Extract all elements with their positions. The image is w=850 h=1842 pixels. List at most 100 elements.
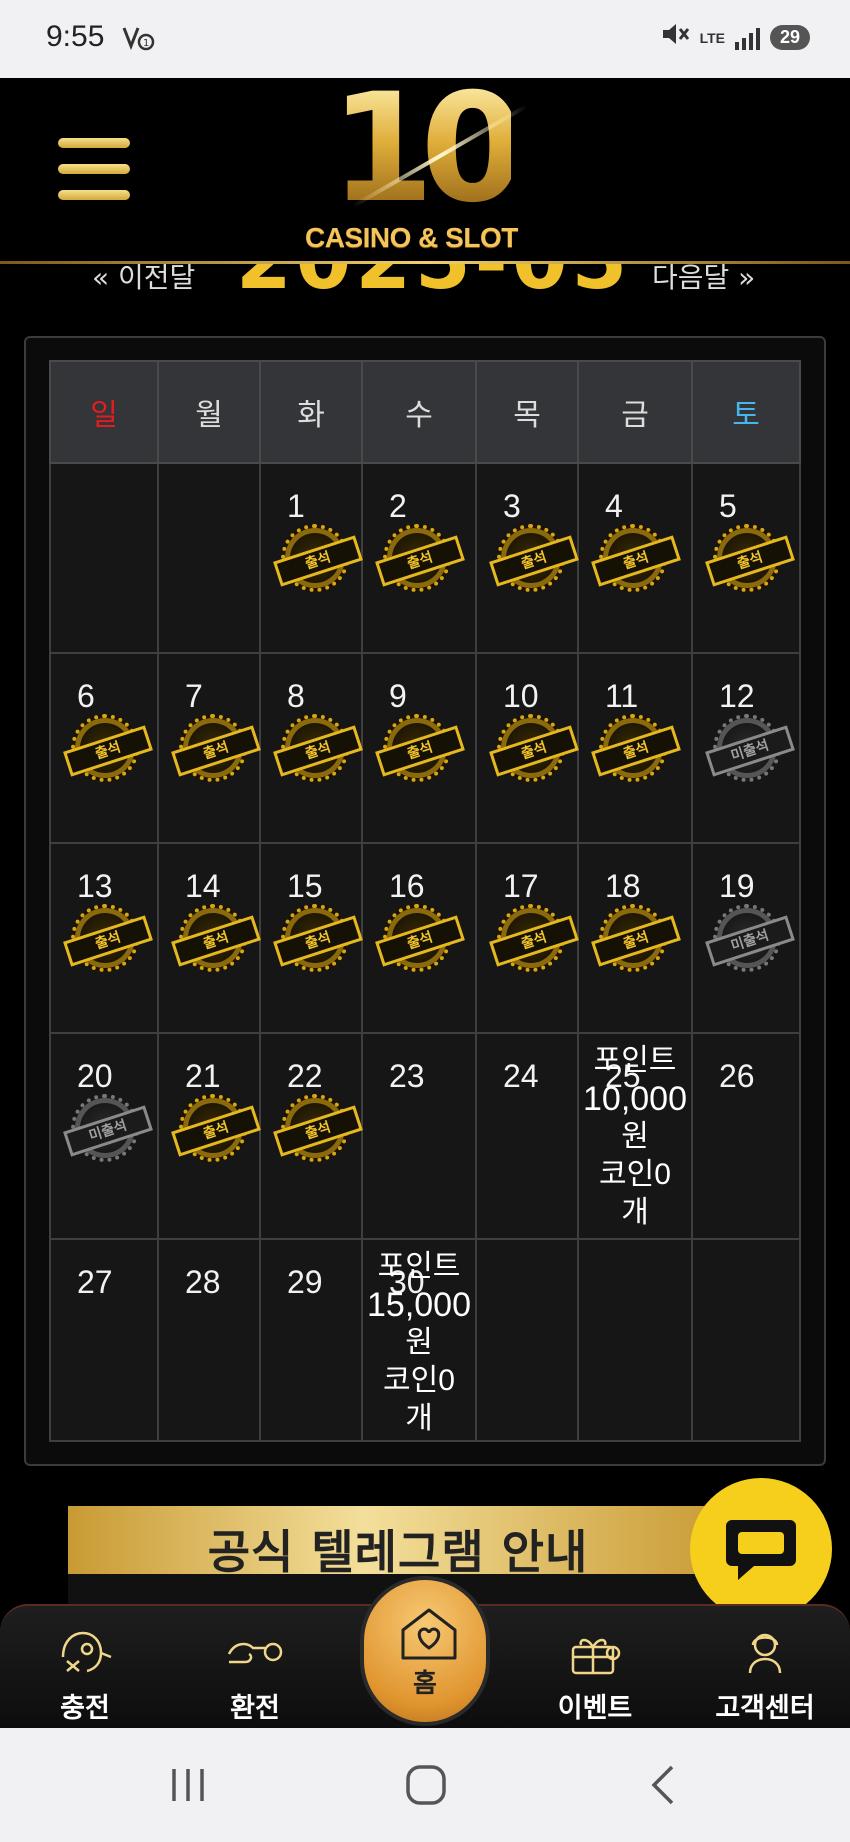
stamp-label: 출석 [489,535,579,587]
home-heart-icon [397,1606,461,1666]
menu-icon[interactable] [58,138,130,200]
attended-stamp-icon: 출석 [273,1094,363,1162]
chat-bubble-icon [726,1520,796,1580]
nav-support[interactable]: 고객센터 [705,1624,825,1725]
recent-apps-icon[interactable] [168,1762,208,1808]
day-number: 5 [719,488,737,524]
calendar-day[interactable]: 4 출석 [577,462,693,654]
weekday-header: 월 [157,360,261,464]
stamp-label: 출석 [171,915,261,967]
day-number: 3 [503,488,521,524]
attended-stamp-icon: 출석 [591,714,681,782]
nav-support-label: 고객센터 [715,1693,815,1724]
attended-stamp-icon: 출석 [273,904,363,972]
calendar-day[interactable]: 16 출석 [361,842,477,1034]
calendar-day[interactable]: 1 출석 [259,462,363,654]
day-number: 6 [77,678,95,714]
calendar-week: 20 미출석 21 출석 22 출석 23 24 25 포인트 10,000 원 코인0 개 26 [49,1032,801,1240]
calendar-day[interactable]: 3 출석 [475,462,579,654]
day-number: 16 [389,868,425,904]
system-nav-bar [0,1728,850,1842]
calendar-day[interactable]: 30 포인트 15,000 원 코인0 개 [361,1238,477,1442]
attended-stamp-icon: 출석 [63,904,153,972]
nav-event-label: 이벤트 [557,1693,633,1724]
current-month: 2025-05 [236,262,631,298]
brand-logo[interactable]: 10 CASINO & SLOT [300,74,550,262]
calendar-day[interactable]: 28 [157,1238,261,1442]
calendar-day[interactable]: 25 포인트 10,000 원 코인0 개 [577,1032,693,1240]
stamp-label: 출석 [375,535,465,587]
weekday-header: 목 [475,360,579,464]
back-icon[interactable] [648,1762,678,1808]
day-number: 23 [389,1058,425,1094]
reward-info: 포인트 15,000 원 코인0 개 [363,1248,475,1438]
reward-point-label: 포인트 [593,1044,677,1077]
calendar-day[interactable]: 14 출석 [157,842,261,1034]
nav-event[interactable]: 이벤트 [535,1624,655,1725]
nav-deposit[interactable]: 충전 [25,1624,145,1725]
calendar-day[interactable]: 29 [259,1238,363,1442]
nav-deposit-label: 충전 [60,1693,110,1724]
stamp-label: 출석 [591,535,681,587]
calendar-day [691,1238,801,1442]
day-number: 28 [185,1264,221,1300]
weekday-header: 일 [49,360,159,464]
nav-home[interactable]: 홈 [360,1576,490,1726]
calendar-day[interactable]: 21 출석 [157,1032,261,1240]
stamp-label: 출석 [489,915,579,967]
attended-stamp-icon: 출석 [63,714,153,782]
chat-button[interactable] [690,1478,832,1620]
calendar-day[interactable]: 19 미출석 [691,842,801,1034]
stamp-label: 출석 [273,915,363,967]
attended-stamp-icon: 출석 [375,524,465,592]
day-number: 15 [287,868,323,904]
calendar-day[interactable]: 6 출석 [49,652,159,844]
calendar-day[interactable]: 23 [361,1032,477,1240]
stamp-label: 출석 [273,1105,363,1157]
attended-stamp-icon: 출석 [591,904,681,972]
stamp-label: 출석 [705,535,795,587]
home-system-icon[interactable] [404,1762,448,1808]
absent-stamp-icon: 미출석 [705,714,795,782]
day-number: 21 [185,1058,221,1094]
weekday-header: 화 [259,360,363,464]
day-number: 18 [605,868,641,904]
day-number: 26 [719,1058,755,1094]
calendar-day[interactable]: 10 출석 [475,652,579,844]
day-number: 27 [77,1264,113,1300]
calendar-day[interactable]: 9 출석 [361,652,477,844]
prev-month-link[interactable]: « 이전달 [92,262,195,296]
stamp-label: 출석 [375,915,465,967]
reward-unit: 원 [405,1326,433,1359]
calendar-day[interactable]: 26 [691,1032,801,1240]
reward-coin-unit: 개 [621,1196,649,1229]
nav-withdraw[interactable]: 환전 [195,1624,315,1725]
reward-coin: 코인0 [599,1158,671,1191]
calendar-day [577,1238,693,1442]
reward-info: 포인트 10,000 원 코인0 개 [579,1042,691,1232]
calendar-day[interactable]: 17 출석 [475,842,579,1034]
attended-stamp-icon: 출석 [171,714,261,782]
calendar-day[interactable]: 24 [475,1032,579,1240]
stamp-label: 미출석 [705,725,795,777]
calendar-day [49,462,159,654]
signal-icon [734,26,760,50]
calendar-day[interactable]: 11 출석 [577,652,693,844]
stamp-label: 미출석 [705,915,795,967]
day-number: 17 [503,868,539,904]
calendar-day [475,1238,579,1442]
calendar-day[interactable]: 13 출석 [49,842,159,1034]
attended-stamp-icon: 출석 [171,1094,261,1162]
calendar-day[interactable]: 22 출석 [259,1032,363,1240]
calendar-day[interactable]: 7 출석 [157,652,261,844]
calendar-day[interactable]: 12 미출석 [691,652,801,844]
calendar-day[interactable]: 5 출석 [691,462,801,654]
calendar-day[interactable]: 20 미출석 [49,1032,159,1240]
month-nav: « 이전달 2025-05 다음달 » [0,262,850,298]
calendar-day[interactable]: 27 [49,1238,159,1442]
calendar-day[interactable]: 2 출석 [361,462,477,654]
calendar-day[interactable]: 8 출석 [259,652,363,844]
calendar-day[interactable]: 18 출석 [577,842,693,1034]
next-month-link[interactable]: 다음달 » [652,262,755,296]
calendar-day[interactable]: 15 출석 [259,842,363,1034]
